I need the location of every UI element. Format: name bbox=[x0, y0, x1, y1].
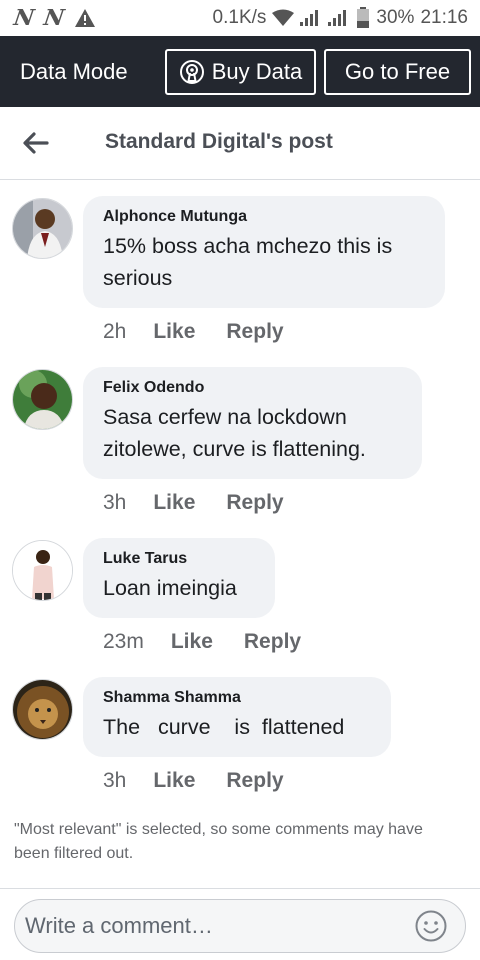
comment-time[interactable]: 3h bbox=[103, 491, 126, 515]
comment-author[interactable]: Shamma Shamma bbox=[103, 689, 371, 707]
avatar-image bbox=[13, 541, 72, 600]
wifi-icon bbox=[272, 9, 295, 26]
comment-bubble: Luke Tarus Loan imeingia bbox=[83, 538, 275, 618]
like-button[interactable]: Like bbox=[171, 630, 213, 654]
comment-actions: 2h Like Reply bbox=[103, 320, 284, 344]
system-status: 0.1K/s 30% 21:16 bbox=[213, 7, 468, 29]
comment-composer bbox=[0, 888, 480, 960]
avatar-image bbox=[13, 370, 72, 429]
comment-author[interactable]: Felix Odendo bbox=[103, 379, 402, 397]
notification-n-icon: N bbox=[12, 5, 36, 31]
comment-text: Loan imeingia bbox=[103, 576, 237, 600]
like-button[interactable]: Like bbox=[153, 769, 195, 793]
warning-icon bbox=[75, 9, 96, 27]
like-button[interactable]: Like bbox=[153, 491, 195, 515]
comment-bubble: Felix Odendo Sasa cerfew na lockdown zit… bbox=[83, 367, 422, 479]
comment-time[interactable]: 2h bbox=[103, 320, 126, 344]
comment-author[interactable]: Luke Tarus bbox=[103, 550, 255, 568]
reply-button[interactable]: Reply bbox=[244, 630, 301, 654]
back-arrow-icon bbox=[23, 132, 49, 154]
buy-data-label: Buy Data bbox=[211, 59, 303, 84]
avatar[interactable] bbox=[12, 369, 73, 430]
signal-icon bbox=[328, 10, 347, 26]
battery-percent: 30% bbox=[376, 7, 415, 28]
post-header: Standard Digital's post bbox=[0, 107, 480, 180]
comment-actions: 23m Like Reply bbox=[103, 630, 301, 654]
comment-text: The curve is flattened bbox=[103, 715, 345, 739]
comment-time[interactable]: 3h bbox=[103, 769, 126, 793]
avatar[interactable] bbox=[12, 679, 73, 740]
comment-text: 15% boss acha mchezo this is serious bbox=[103, 234, 399, 290]
comment-actions: 3h Like Reply bbox=[103, 491, 284, 515]
battery-icon bbox=[357, 7, 370, 28]
broadcast-icon bbox=[179, 60, 204, 84]
signal-icon bbox=[300, 10, 319, 26]
go-to-free-button[interactable]: Go to Free bbox=[324, 49, 471, 95]
buy-data-button[interactable]: Buy Data bbox=[165, 49, 316, 95]
go-to-free-label: Go to Free bbox=[344, 59, 451, 84]
comment-bubble: Alphonce Mutunga 15% boss acha mchezo th… bbox=[83, 196, 445, 308]
avatar-image bbox=[13, 199, 72, 258]
avatar[interactable] bbox=[12, 198, 73, 259]
notification-n-icon: N bbox=[42, 5, 67, 31]
clock: 21:16 bbox=[420, 7, 468, 28]
comment-input[interactable] bbox=[14, 899, 466, 953]
comment-author[interactable]: Alphonce Mutunga bbox=[103, 208, 425, 226]
avatar-image bbox=[13, 680, 72, 739]
reply-button[interactable]: Reply bbox=[226, 320, 283, 344]
data-mode-label: Data Mode bbox=[20, 58, 128, 84]
like-button[interactable]: Like bbox=[153, 320, 195, 344]
reply-button[interactable]: Reply bbox=[226, 769, 283, 793]
network-speed: 0.1K/s bbox=[212, 7, 267, 28]
status-bar: N N 0.1K/s 30% 21:16 bbox=[0, 0, 480, 36]
filter-notice: "Most relevant" is selected, so some com… bbox=[14, 821, 423, 862]
page-title: Standard Digital's post bbox=[105, 130, 333, 153]
reply-button[interactable]: Reply bbox=[226, 491, 283, 515]
comment-bubble: Shamma Shamma The curve is flattened bbox=[83, 677, 391, 757]
notification-icons: N N bbox=[12, 5, 96, 31]
data-mode-bar: Data Mode Buy Data Go to Free bbox=[0, 36, 480, 107]
emoji-icon[interactable] bbox=[414, 909, 448, 943]
comment-actions: 3h Like Reply bbox=[103, 769, 284, 793]
avatar[interactable] bbox=[12, 540, 73, 601]
comment-text: Sasa cerfew na lockdown zitolewe, curve … bbox=[103, 405, 366, 461]
comment-time[interactable]: 23m bbox=[103, 630, 144, 654]
back-button[interactable] bbox=[22, 129, 50, 157]
